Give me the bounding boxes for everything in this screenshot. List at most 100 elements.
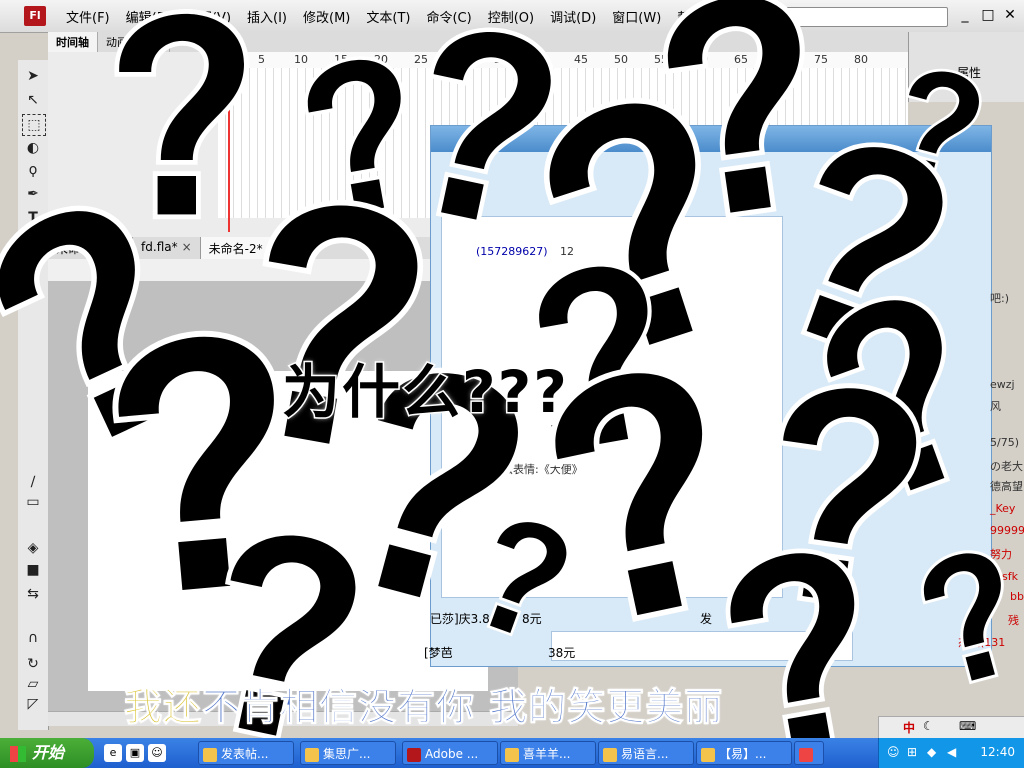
frame-ruler[interactable]: 5 10 15 20 25 30 35 40 45 50 55 60 65 70… bbox=[218, 52, 908, 69]
menu-items: 文件(F) 编辑(E) 视图(V) 插入(I) 修改(M) 文本(T) 命令(C… bbox=[58, 0, 760, 32]
system-tray: ☺ ⊞ ◆ ◀ 12:40 bbox=[878, 738, 1024, 768]
desktop-icon[interactable]: ▣ bbox=[126, 744, 144, 762]
quick-launch: e ▣ ☺ bbox=[104, 744, 166, 762]
close-icon[interactable]: × bbox=[114, 242, 124, 256]
side-list-item[interactable]: 吧:) bbox=[990, 290, 1009, 306]
side-list-item[interactable]: 风 bbox=[990, 398, 1001, 414]
side-list-item[interactable]: bb bbox=[1010, 590, 1024, 603]
side-list-item[interactable]: 5/75) bbox=[990, 436, 1019, 449]
text-tool-icon[interactable]: T bbox=[22, 208, 44, 228]
ruler-tick: 50 bbox=[614, 53, 628, 66]
start-button[interactable]: 开始 bbox=[0, 738, 94, 768]
search-icon bbox=[771, 10, 784, 23]
menu-modify[interactable]: 修改(M) bbox=[295, 7, 358, 26]
tab-timeline[interactable]: 时间轴 bbox=[48, 32, 98, 52]
doc-tab-1[interactable]: 未命名-1* × bbox=[48, 237, 134, 259]
side-list-item[interactable]: 德高望 bbox=[990, 478, 1023, 494]
side-list-item[interactable]: 99999 bbox=[990, 524, 1024, 537]
doc-tab-2[interactable]: fd.fla* × bbox=[133, 237, 201, 259]
menu-extra[interactable]: 㲺 bbox=[731, 7, 760, 26]
task-button[interactable]: 喜羊羊... bbox=[500, 741, 596, 765]
smooth-icon[interactable]: ↻ bbox=[22, 654, 44, 674]
tray-qq-icon[interactable]: ☺ bbox=[887, 745, 900, 759]
selection-tool-icon[interactable]: ➤ bbox=[22, 66, 44, 86]
menu-file[interactable]: 文件(F) bbox=[58, 7, 118, 26]
qq-send-button[interactable]: 发 bbox=[700, 610, 712, 627]
close-button[interactable]: ✕ bbox=[1000, 6, 1020, 24]
scale-icon[interactable]: ◸ bbox=[22, 694, 44, 714]
properties-tab[interactable]: 属性 bbox=[957, 64, 981, 81]
task-button[interactable]: 【易】... bbox=[696, 741, 792, 765]
search-input[interactable] bbox=[766, 7, 948, 27]
side-list-item[interactable]: 努力 bbox=[990, 546, 1012, 562]
side-list-item[interactable]: ewzj bbox=[990, 378, 1015, 391]
taskbar: 开始 e ▣ ☺ 发表帖... 集思广... Adobe ... 喜羊羊... … bbox=[0, 738, 1024, 768]
task-button[interactable]: 集思广... bbox=[300, 741, 396, 765]
maximize-button[interactable]: □ bbox=[978, 6, 998, 24]
task-icon bbox=[603, 747, 617, 762]
task-label: 喜羊羊... bbox=[523, 747, 571, 761]
line-tool-icon[interactable]: ∕ bbox=[22, 472, 44, 492]
ruler-tick: 55 bbox=[654, 53, 668, 66]
lasso-tool-icon[interactable]: ϙ bbox=[22, 160, 44, 180]
task-button[interactable] bbox=[794, 741, 824, 765]
ime-moon-icon[interactable]: ☾ bbox=[923, 719, 934, 733]
qq-line-mengba: [梦芭 bbox=[424, 646, 453, 660]
pen-tool-icon[interactable]: ✒ bbox=[22, 184, 44, 204]
ruler-tick: 70 bbox=[774, 53, 788, 66]
ruler-tick: 10 bbox=[294, 53, 308, 66]
side-list-item[interactable]: sfk bbox=[1002, 570, 1018, 583]
close-icon[interactable]: × bbox=[182, 240, 192, 254]
ie-icon[interactable]: e bbox=[104, 744, 122, 762]
task-button[interactable]: 易语言... bbox=[598, 741, 694, 765]
menu-window[interactable]: 窗口(W) bbox=[604, 7, 669, 26]
scene-label[interactable]: 场景 1 bbox=[94, 263, 129, 280]
rectangle-tool-icon[interactable]: ▭ bbox=[22, 492, 44, 512]
ruler-tick: 40 bbox=[534, 53, 548, 66]
tab-motion-editor[interactable]: 动画编辑器 bbox=[98, 32, 170, 52]
ime-toolbar[interactable]: 中 ☾ ⌨ bbox=[878, 716, 1024, 740]
swap-colors-icon[interactable]: ⇆ bbox=[22, 584, 44, 604]
ruler-tick: 20 bbox=[374, 53, 388, 66]
task-button[interactable]: 发表帖... bbox=[198, 741, 294, 765]
tray-network-icon[interactable]: ⊞ bbox=[907, 745, 917, 759]
lyric-rest: 不肯相信没有你 我的笑更美丽 bbox=[202, 685, 724, 730]
menu-text[interactable]: 文本(T) bbox=[358, 7, 418, 26]
free-transform-tool-icon[interactable]: ⬚ bbox=[22, 114, 46, 136]
stroke-color-icon[interactable]: ■ bbox=[22, 560, 44, 580]
doc-tab-3[interactable]: 未命名-2* × bbox=[200, 237, 286, 259]
menu-control[interactable]: 控制(O) bbox=[480, 7, 542, 26]
task-button[interactable]: Adobe ... bbox=[402, 741, 498, 765]
snap-magnet-icon[interactable]: ∩ bbox=[22, 628, 44, 648]
subselection-tool-icon[interactable]: ↖ bbox=[22, 90, 44, 110]
tray-volume-icon[interactable]: ◀ bbox=[947, 745, 956, 759]
minimize-button[interactable]: _ bbox=[955, 6, 975, 24]
lyric-highlight: 我还 bbox=[123, 685, 203, 730]
ime-keyboard-icon[interactable]: ⌨ bbox=[959, 719, 976, 733]
tray-shield-icon[interactable]: ◆ bbox=[927, 745, 936, 759]
clock[interactable]: 12:40 bbox=[980, 745, 1015, 759]
straighten-icon[interactable]: ▱ bbox=[22, 674, 44, 694]
ruler-tick: 5 bbox=[258, 53, 265, 66]
menu-help[interactable]: 帮助(H) bbox=[669, 7, 731, 26]
side-list-item[interactable]: 小旭带 bbox=[842, 490, 875, 506]
ime-chinese-icon[interactable]: 中 bbox=[903, 719, 915, 736]
3d-rotation-tool-icon[interactable]: ◐ bbox=[22, 138, 44, 158]
task-icon bbox=[505, 747, 519, 762]
side-list-item[interactable]: _Key bbox=[990, 502, 1015, 515]
side-list-item[interactable]: の老大 bbox=[990, 458, 1023, 474]
paint-bucket-icon[interactable]: ◈ bbox=[22, 538, 44, 558]
ruler-tick: 35 bbox=[494, 53, 508, 66]
menu-debug[interactable]: 调试(D) bbox=[542, 7, 604, 26]
side-list-item[interactable]: 杰杰(131 bbox=[958, 634, 1005, 650]
menu-view[interactable]: 视图(V) bbox=[178, 7, 239, 26]
qq-message-input[interactable]: 已莎]庆3.8 社 8元 [梦芭 38元 发 bbox=[424, 612, 853, 661]
menu-insert[interactable]: 插入(I) bbox=[239, 7, 295, 26]
close-icon[interactable]: × bbox=[267, 242, 277, 256]
task-label: 集思广... bbox=[323, 747, 371, 761]
qq-icon[interactable]: ☺ bbox=[148, 744, 166, 762]
menu-edit[interactable]: 编辑(E) bbox=[118, 7, 178, 26]
side-list-item[interactable]: 残 bbox=[1008, 612, 1019, 628]
menu-commands[interactable]: 命令(C) bbox=[418, 7, 479, 26]
playhead[interactable] bbox=[228, 52, 230, 232]
